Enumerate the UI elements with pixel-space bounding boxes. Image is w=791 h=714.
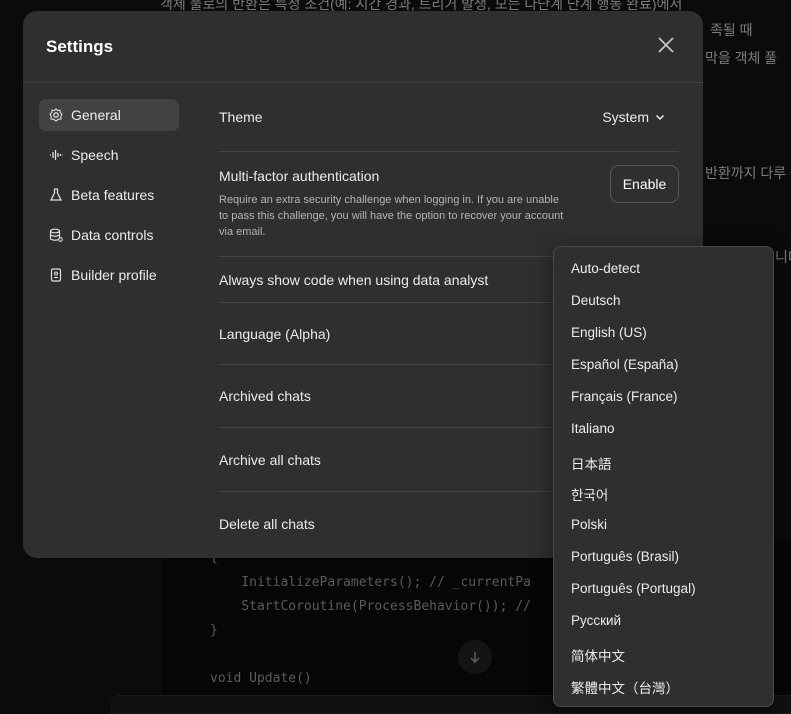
language-option[interactable]: 日本語 [571, 453, 612, 473]
database-icon [49, 228, 63, 242]
language-option[interactable]: 简体中文 [571, 645, 625, 665]
archive-all-label: Archive all chats [219, 451, 321, 468]
mfa-row: Multi-factor authentication Require an e… [219, 152, 679, 257]
nav-item-speech[interactable]: Speech [39, 139, 179, 171]
code-toggle-label: Always show code when using data analyst [219, 271, 489, 288]
nav-item-data-controls[interactable]: Data controls [39, 219, 179, 251]
nav-item-general[interactable]: General [39, 99, 179, 131]
modal-header: Settings [23, 11, 703, 83]
language-option[interactable]: Deutsch [571, 293, 621, 308]
nav-item-label: Data controls [71, 227, 154, 243]
language-option[interactable]: 한국어 [571, 484, 608, 504]
language-option[interactable]: Русский [571, 613, 621, 628]
delete-all-label: Delete all chats [219, 515, 315, 532]
language-label: Language (Alpha) [219, 325, 331, 342]
mfa-label: Multi-factor authentication [219, 168, 380, 184]
nav-item-builder-profile[interactable]: Builder profile [39, 259, 179, 291]
language-option[interactable]: Italiano [571, 421, 615, 436]
language-option[interactable]: Español (España) [571, 357, 678, 372]
nav-item-beta-features[interactable]: Beta features [39, 179, 179, 211]
mfa-enable-button[interactable]: Enable [610, 165, 679, 203]
language-option[interactable]: Français (France) [571, 389, 678, 404]
nav-item-label: Builder profile [71, 267, 157, 283]
language-option[interactable]: Português (Portugal) [571, 581, 696, 596]
settings-nav: General Speech Beta features Data contro… [39, 99, 179, 299]
chevron-down-icon [655, 109, 665, 125]
theme-value: System [602, 108, 649, 125]
archived-chats-label: Archived chats [219, 388, 311, 404]
language-dropdown-menu: Auto-detect Deutsch English (US) Español… [553, 246, 774, 707]
close-icon[interactable] [654, 33, 678, 57]
nav-item-label: Speech [71, 147, 119, 163]
mfa-description: Require an extra security challenge when… [219, 194, 564, 238]
language-option[interactable]: 繁體中文（台灣） [571, 677, 679, 697]
language-option[interactable]: English (US) [571, 325, 647, 340]
theme-label: Theme [219, 108, 263, 125]
flask-icon [49, 188, 63, 202]
theme-select[interactable]: System [602, 109, 665, 125]
theme-row: Theme System [219, 82, 679, 152]
language-option[interactable]: Português (Brasil) [571, 549, 679, 564]
id-card-icon [49, 268, 63, 282]
nav-item-label: General [71, 107, 121, 123]
gear-icon [49, 108, 63, 122]
modal-title: Settings [46, 37, 114, 56]
language-option[interactable]: Polski [571, 517, 607, 532]
language-option[interactable]: Auto-detect [571, 261, 640, 276]
nav-item-label: Beta features [71, 187, 155, 203]
waveform-icon [49, 148, 63, 162]
